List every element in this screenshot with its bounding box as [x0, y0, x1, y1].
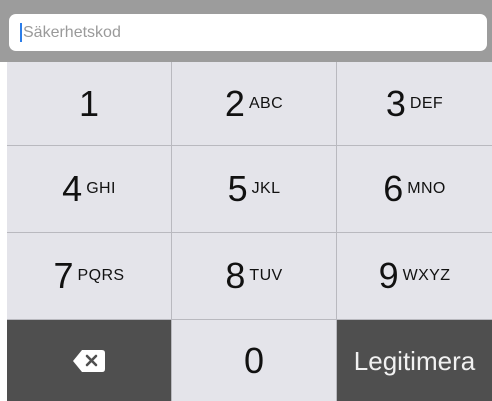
key-4[interactable]: 4 GHI — [7, 146, 172, 233]
legitimera-button[interactable]: Legitimera — [337, 320, 492, 401]
key-number: 0 — [243, 339, 265, 381]
security-code-input[interactable]: Säkerhetskod — [9, 14, 487, 51]
key-number: 6 — [383, 168, 404, 209]
security-code-keypad-screen: Säkerhetskod 1 2 ABC 3 DEF 4 GHI 5 JKL 6… — [0, 0, 492, 401]
key-letters: GHI — [86, 180, 116, 197]
key-letters: JKL — [251, 180, 281, 197]
key-2[interactable]: 2 ABC — [172, 62, 337, 146]
key-7[interactable]: 7 PQRS — [7, 233, 172, 320]
key-letters: DEF — [409, 94, 444, 112]
left-edge-strip — [0, 62, 7, 401]
key-1[interactable]: 1 — [7, 62, 172, 146]
backspace-icon — [73, 349, 105, 372]
legitimera-label: Legitimera — [353, 345, 476, 376]
key-number: 4 — [62, 168, 83, 209]
key-number: 3 — [385, 82, 406, 124]
key-0[interactable]: 0 — [172, 320, 337, 401]
key-number: 2 — [224, 82, 245, 124]
key-6[interactable]: 6 MNO — [337, 146, 492, 233]
key-letters: PQRS — [77, 267, 125, 284]
key-5[interactable]: 5 JKL — [172, 146, 337, 233]
security-code-placeholder: Säkerhetskod — [23, 23, 121, 41]
delete-button[interactable] — [7, 320, 172, 401]
key-9[interactable]: 9 WXYZ — [337, 233, 492, 320]
key-number: 7 — [53, 255, 74, 296]
text-caret — [20, 23, 22, 42]
key-3[interactable]: 3 DEF — [337, 62, 492, 146]
key-8[interactable]: 8 TUV — [172, 233, 337, 320]
key-letters: WXYZ — [402, 267, 451, 284]
key-letters: ABC — [248, 94, 284, 112]
code-entry-bar: Säkerhetskod — [0, 0, 492, 62]
key-number: 8 — [225, 255, 246, 296]
key-number: 9 — [378, 255, 399, 296]
key-letters: TUV — [249, 267, 283, 284]
numeric-keypad: 1 2 ABC 3 DEF 4 GHI 5 JKL 6 MNO 7 PQRS 8… — [7, 62, 492, 401]
key-letters: MNO — [407, 180, 446, 197]
key-number: 1 — [78, 82, 100, 124]
key-number: 5 — [227, 168, 248, 209]
